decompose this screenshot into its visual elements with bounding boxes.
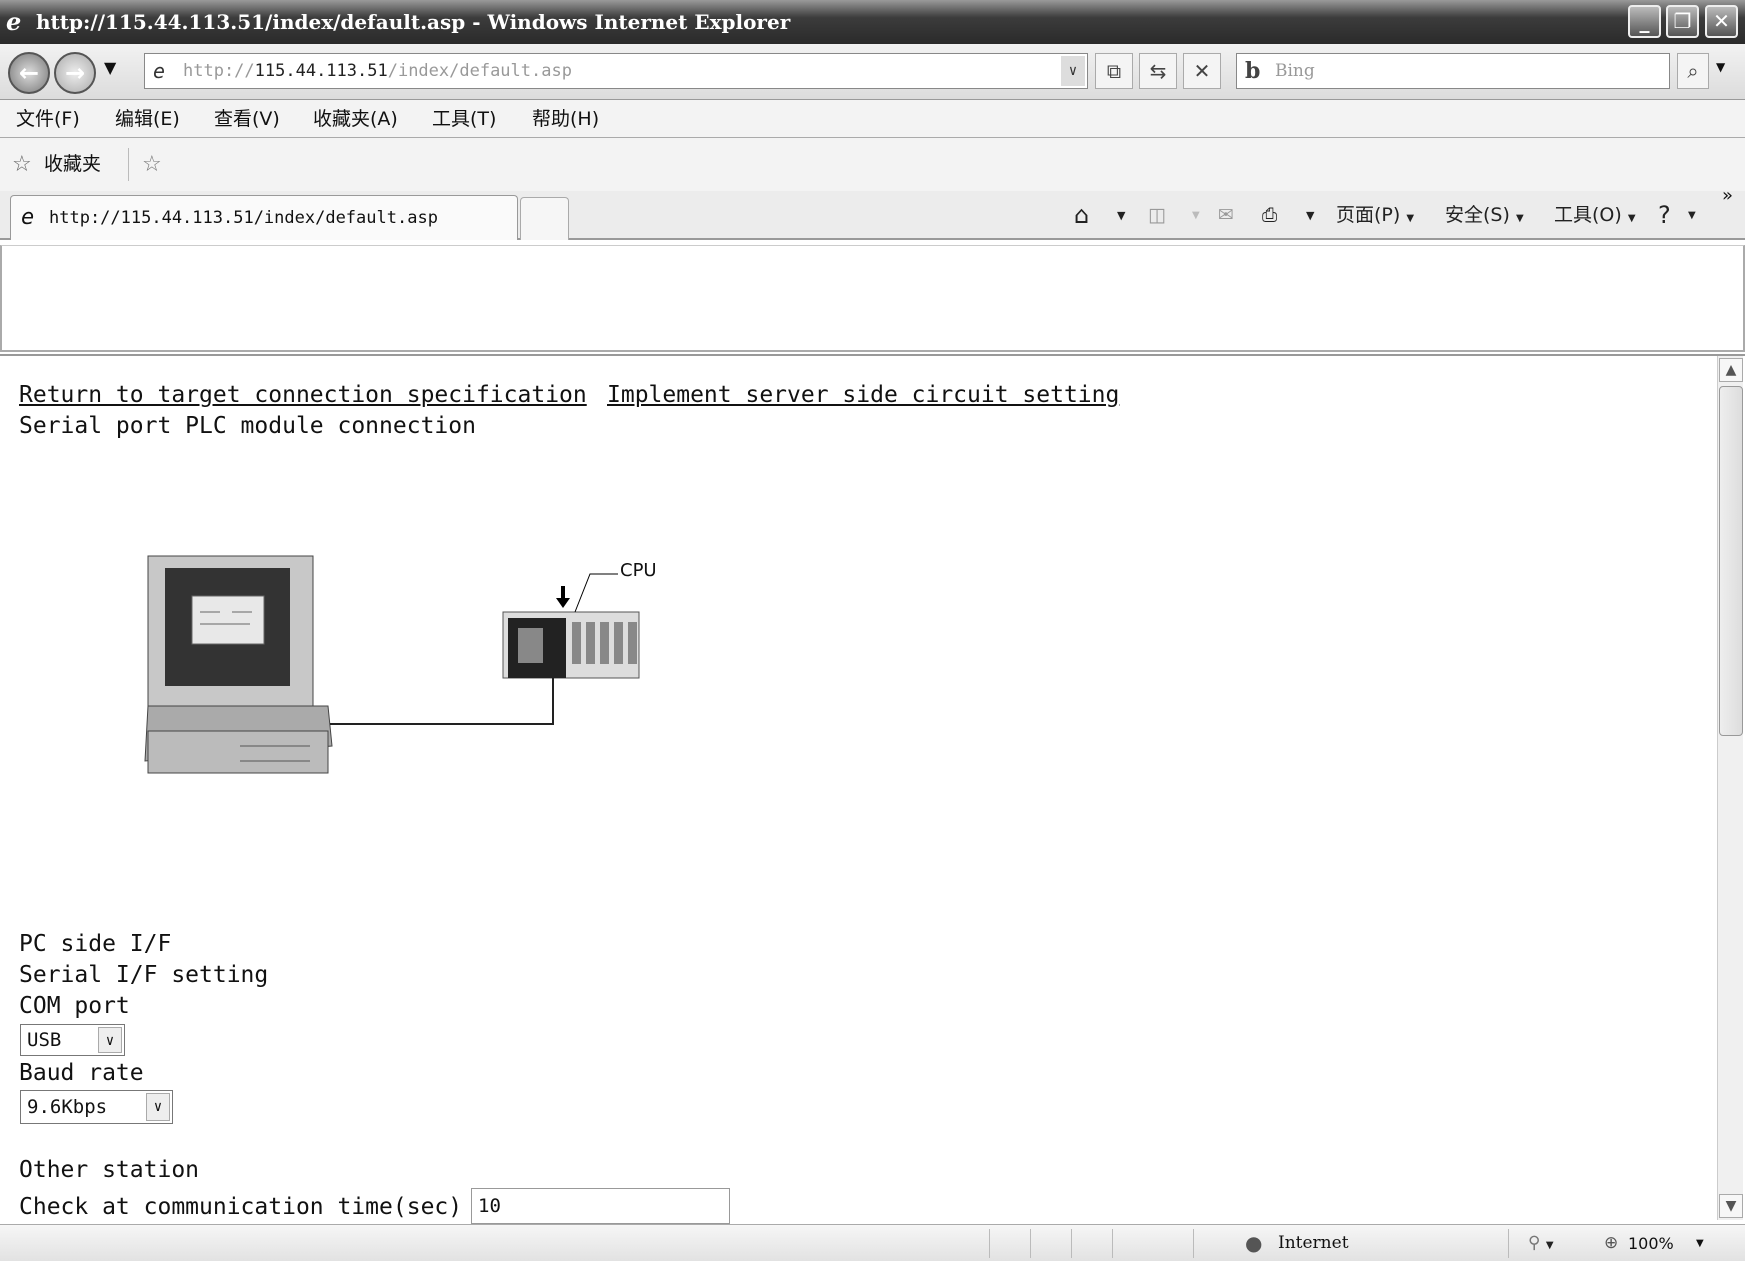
page-icon: e — [153, 59, 166, 83]
menu-edit[interactable]: 编辑(E) — [115, 100, 180, 138]
safety-menu-button[interactable]: 安全(S) ▼ — [1445, 191, 1524, 240]
baud-rate-select[interactable]: 9.6Kbps ∨ — [20, 1090, 173, 1124]
connection-diagram — [144, 555, 640, 774]
page-menu-button[interactable]: 页面(P) ▼ — [1336, 191, 1414, 240]
bing-icon: b — [1245, 58, 1261, 84]
tab-current[interactable]: e http://115.44.113.51/index/default.asp — [10, 195, 518, 240]
protected-mode-icon[interactable]: ⚲ ▼ — [1528, 1225, 1554, 1264]
plc-module-icon — [502, 573, 640, 679]
security-zone: Internet — [1278, 1233, 1349, 1253]
menu-view[interactable]: 查看(V) — [214, 100, 280, 138]
restore-button[interactable]: ❐ — [1666, 5, 1699, 38]
favorites-star-icon: ☆ — [12, 152, 32, 177]
safety-menu-label: 安全(S) — [1445, 204, 1510, 226]
check-time-input[interactable]: 10 — [471, 1188, 730, 1224]
com-port-select[interactable]: USB ∨ — [20, 1024, 125, 1056]
address-input[interactable]: e http://115.44.113.51/index/default.asp… — [144, 53, 1088, 89]
menu-file[interactable]: 文件(F) — [16, 100, 80, 138]
check-time-label: Check at communication time(sec) — [19, 1194, 463, 1220]
baud-rate-label: Baud rate — [19, 1060, 144, 1086]
mail-icon[interactable]: ✉ — [1218, 191, 1234, 240]
menu-tools[interactable]: 工具(T) — [432, 100, 496, 138]
tab-label: http://115.44.113.51/index/default.asp — [49, 208, 438, 228]
tab-row: e http://115.44.113.51/index/default.asp… — [0, 185, 1745, 240]
scroll-down-button[interactable]: ▼ — [1719, 1194, 1743, 1218]
search-icon[interactable]: ⌕ — [1677, 53, 1709, 89]
address-prefix: http:// — [183, 61, 255, 81]
menu-bar: 文件(F) 编辑(E) 查看(V) 收藏夹(A) 工具(T) 帮助(H) — [0, 100, 1745, 138]
page-heading: Serial port PLC module connection — [19, 413, 476, 439]
more-commands-button[interactable]: » — [1722, 185, 1733, 206]
close-button[interactable]: ✕ — [1705, 5, 1738, 38]
compatibility-view-button[interactable]: ⧉ — [1095, 53, 1133, 89]
vertical-scrollbar[interactable]: ▲ ▼ — [1717, 356, 1743, 1220]
globe-icon: ● — [1245, 1231, 1263, 1255]
favorites-button[interactable]: 收藏夹 — [44, 138, 101, 191]
top-frame — [0, 245, 1745, 352]
search-placeholder: Bing — [1275, 61, 1315, 81]
page-menu-label: 页面(P) — [1336, 204, 1401, 226]
menu-favorites[interactable]: 收藏夹(A) — [313, 100, 398, 138]
minimize-button[interactable]: _ — [1628, 5, 1661, 38]
search-options-dropdown[interactable]: ▼ — [1716, 60, 1725, 74]
help-icon[interactable]: ? — [1658, 191, 1671, 240]
address-host: 115.44.113.51 — [254, 61, 388, 81]
chevron-down-icon: ∨ — [146, 1093, 170, 1121]
title-bar: e http://115.44.113.51/index/default.asp… — [0, 0, 1745, 44]
home-icon[interactable]: ⌂ — [1074, 191, 1089, 240]
print-dropdown[interactable]: ▼ — [1306, 191, 1314, 240]
back-button[interactable]: ← — [8, 52, 50, 94]
return-link[interactable]: Return to target connection specificatio… — [19, 382, 587, 408]
scroll-up-button[interactable]: ▲ — [1719, 358, 1743, 382]
divider — [1071, 1229, 1072, 1258]
stop-button[interactable]: ✕ — [1183, 53, 1221, 89]
feeds-dropdown: ▼ — [1192, 210, 1200, 221]
tools-menu-label: 工具(O) — [1554, 204, 1622, 226]
status-bar: ● Internet ⚲ ▼ ⊕ 100% ▼ — [0, 1224, 1745, 1261]
com-port-label: COM port — [19, 993, 130, 1019]
pc-icon — [144, 555, 333, 774]
favorites-bar: ☆ 收藏夹 ☆ — [0, 138, 1745, 191]
divider — [1508, 1229, 1509, 1258]
divider — [1112, 1229, 1113, 1258]
feeds-icon[interactable]: ◫ — [1148, 191, 1166, 240]
zoom-level[interactable]: 100% — [1628, 1225, 1674, 1262]
navigation-bar: ← → ▼ e http://115.44.113.51/index/defau… — [0, 44, 1745, 100]
ie-logo-icon: e — [6, 7, 22, 36]
ie-page-icon: e — [21, 205, 35, 230]
divider — [989, 1229, 990, 1258]
refresh-button[interactable]: ⇆ — [1139, 53, 1177, 89]
recent-pages-dropdown[interactable]: ▼ — [104, 58, 116, 77]
help-dropdown[interactable]: ▼ — [1688, 191, 1696, 240]
other-station-label: Other station — [19, 1157, 200, 1183]
tools-menu-button[interactable]: 工具(O) ▼ — [1554, 191, 1636, 240]
divider — [1030, 1229, 1031, 1258]
implement-link[interactable]: Implement server side circuit setting — [607, 382, 1119, 408]
address-path: /index/default.asp — [387, 61, 572, 81]
menu-help[interactable]: 帮助(H) — [532, 100, 599, 138]
serial-setting-label: Serial I/F setting — [19, 962, 269, 988]
window-title: http://115.44.113.51/index/default.asp -… — [36, 10, 791, 34]
scroll-thumb[interactable] — [1719, 386, 1743, 736]
zoom-icon: ⊕ — [1604, 1233, 1619, 1253]
home-dropdown[interactable]: ▼ — [1117, 191, 1125, 240]
new-tab-button[interactable] — [520, 197, 569, 240]
zoom-dropdown[interactable]: ▼ — [1696, 1225, 1704, 1262]
divider — [1193, 1229, 1194, 1258]
main-frame: Return to target connection specificatio… — [0, 354, 1745, 1224]
chevron-down-icon: ∨ — [98, 1027, 122, 1053]
forward-button[interactable]: → — [54, 52, 96, 94]
baud-rate-value: 9.6Kbps — [27, 1096, 108, 1118]
pc-side-label: PC side I/F — [19, 931, 172, 957]
com-port-value: USB — [27, 1029, 62, 1051]
address-dropdown-icon[interactable]: ∨ — [1061, 56, 1085, 86]
check-time-value: 10 — [478, 1195, 501, 1217]
serial-cable — [330, 678, 554, 725]
search-input[interactable]: b Bing — [1236, 53, 1670, 89]
cpu-label: CPU — [620, 560, 657, 581]
divider — [128, 148, 129, 181]
print-icon[interactable]: ⎙ — [1262, 191, 1277, 240]
add-to-favorites-bar-icon[interactable]: ☆ — [142, 138, 162, 191]
